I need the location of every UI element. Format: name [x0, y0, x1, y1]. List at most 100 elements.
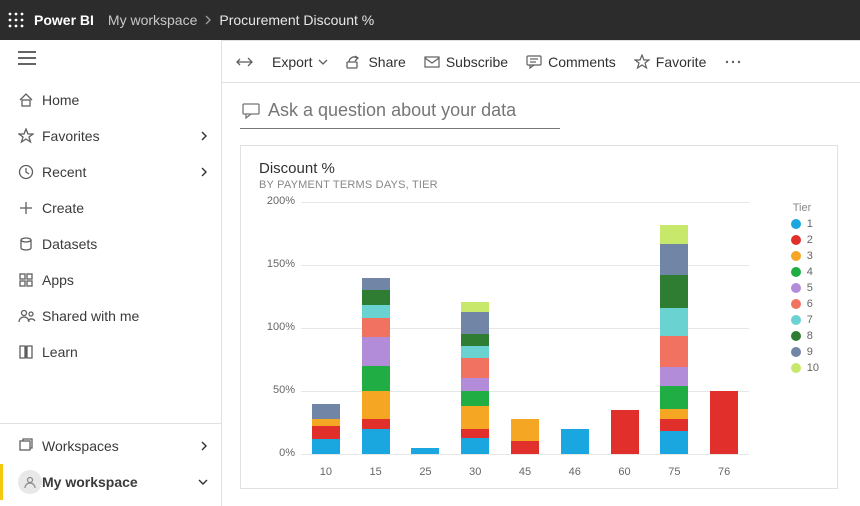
- legend-item[interactable]: 5: [791, 282, 819, 294]
- chart-bar-segment: [660, 244, 688, 276]
- chart-x-tick: 10: [320, 466, 332, 478]
- legend-label: 7: [807, 314, 813, 326]
- chart-bar[interactable]: [660, 225, 688, 454]
- chart-x-tick: 15: [370, 466, 382, 478]
- breadcrumb-workspace[interactable]: My workspace: [108, 12, 197, 28]
- chart-bar-segment: [561, 429, 589, 454]
- chart-x-tick: 76: [718, 466, 730, 478]
- sidebar-item-label: Recent: [42, 164, 199, 180]
- chart-bar-segment: [362, 429, 390, 454]
- chart-x-tick: 75: [668, 466, 680, 478]
- legend-item[interactable]: 6: [791, 298, 819, 310]
- layers-icon: [18, 438, 42, 454]
- sidebar-item-favorites[interactable]: Favorites: [0, 118, 221, 154]
- chart-bar-segment: [312, 439, 340, 454]
- breadcrumb-separator: [203, 15, 213, 25]
- chart-bar-segment: [362, 278, 390, 291]
- chart-bar-segment: [660, 431, 688, 454]
- comment-icon: [242, 103, 260, 119]
- chart-bar-segment: [461, 438, 489, 454]
- legend-swatch: [791, 219, 801, 229]
- sidebar-item-create[interactable]: Create: [0, 190, 221, 226]
- chart-bar[interactable]: [511, 419, 539, 454]
- chart-bar-segment: [660, 386, 688, 409]
- share-button[interactable]: Share: [338, 47, 413, 77]
- favorite-button[interactable]: Favorite: [626, 47, 715, 77]
- share-label: Share: [368, 54, 405, 70]
- chart-bar-segment: [660, 367, 688, 386]
- legend-item[interactable]: 9: [791, 346, 819, 358]
- chart-bar[interactable]: [461, 302, 489, 454]
- legend-label: 5: [807, 282, 813, 294]
- legend-swatch: [791, 283, 801, 293]
- legend-item[interactable]: 8: [791, 330, 819, 342]
- chevron-right-icon: [199, 130, 209, 142]
- chart-bar[interactable]: [710, 391, 738, 454]
- chart-bar-segment: [710, 391, 738, 454]
- legend-label: 3: [807, 250, 813, 262]
- legend-swatch: [791, 251, 801, 261]
- sidebar-item-label: My workspace: [42, 474, 197, 490]
- legend-swatch: [791, 363, 801, 373]
- sidebar-item-shared-with-me[interactable]: Shared with me: [0, 298, 221, 334]
- chart-bar-segment: [611, 410, 639, 454]
- sidebar-item-home[interactable]: Home: [0, 82, 221, 118]
- chart-bar[interactable]: [362, 278, 390, 454]
- sidebar-item-label: Workspaces: [42, 438, 199, 454]
- legend-item[interactable]: 2: [791, 234, 819, 246]
- chart-bar-segment: [660, 308, 688, 336]
- qna-input[interactable]: Ask a question about your data: [240, 93, 560, 129]
- chart-x-tick: 30: [469, 466, 481, 478]
- undo-button[interactable]: [228, 47, 262, 77]
- chart-bar[interactable]: [611, 410, 639, 454]
- sidebar-item-learn[interactable]: Learn: [0, 334, 221, 370]
- clock-icon: [18, 164, 42, 180]
- sidebar-item-datasets[interactable]: Datasets: [0, 226, 221, 262]
- undo-icon: [236, 55, 254, 69]
- sidebar-item-apps[interactable]: Apps: [0, 262, 221, 298]
- chart-y-tick: 50%: [259, 384, 295, 396]
- sidebar-item-label: Home: [42, 92, 209, 108]
- chevron-right-icon: [199, 166, 209, 178]
- legend-swatch: [791, 235, 801, 245]
- chart-bar[interactable]: [312, 404, 340, 454]
- export-button[interactable]: Export: [264, 47, 336, 77]
- legend-swatch: [791, 347, 801, 357]
- chevron-down-icon: [318, 57, 328, 67]
- command-bar: Export Share Subscribe Comments Favorite: [222, 41, 860, 83]
- chart-bar-segment: [660, 409, 688, 419]
- chart-bar-segment: [511, 441, 539, 454]
- legend-swatch: [791, 331, 801, 341]
- more-button[interactable]: [716, 47, 750, 77]
- grid-icon: [18, 272, 42, 288]
- subscribe-button[interactable]: Subscribe: [416, 47, 516, 77]
- chart-y-tick: 0%: [259, 447, 295, 459]
- hamburger-button[interactable]: [0, 40, 221, 76]
- chart-title: Discount %: [259, 160, 819, 177]
- legend-label: 1: [807, 218, 813, 230]
- share-icon: [346, 55, 362, 69]
- sidebar-item-my-workspace[interactable]: My workspace: [0, 464, 221, 500]
- sidebar-item-recent[interactable]: Recent: [0, 154, 221, 190]
- app-launcher-icon[interactable]: [8, 12, 24, 28]
- ellipsis-icon: [724, 59, 742, 65]
- sidebar-item-workspaces[interactable]: Workspaces: [0, 428, 221, 464]
- chart-bar[interactable]: [561, 429, 589, 454]
- legend-item[interactable]: 7: [791, 314, 819, 326]
- cylinder-icon: [18, 236, 42, 252]
- chart-bar-segment: [461, 378, 489, 391]
- chart-bar-segment: [660, 275, 688, 308]
- legend-item[interactable]: 10: [791, 362, 819, 374]
- chart-gridline: [301, 202, 749, 203]
- comments-button[interactable]: Comments: [518, 47, 624, 77]
- legend-item[interactable]: 4: [791, 266, 819, 278]
- chart-bar[interactable]: [411, 448, 439, 454]
- legend-item[interactable]: 3: [791, 250, 819, 262]
- chart-bar-segment: [312, 404, 340, 419]
- legend-item[interactable]: 1: [791, 218, 819, 230]
- subscribe-label: Subscribe: [446, 54, 508, 70]
- chart-bar-segment: [461, 429, 489, 438]
- chart-x-tick: 46: [569, 466, 581, 478]
- legend-swatch: [791, 267, 801, 277]
- sidebar-item-label: Datasets: [42, 236, 209, 252]
